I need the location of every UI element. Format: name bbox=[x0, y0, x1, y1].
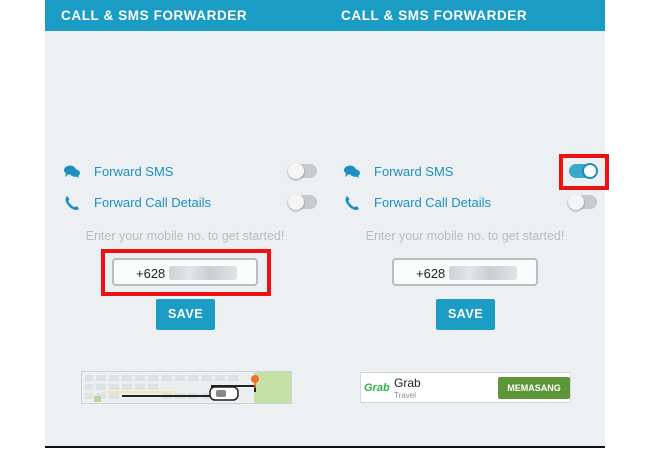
grab-ad-banner[interactable]: Grab Grab Travel MEMASANG bbox=[360, 372, 571, 403]
forward-sms-toggle[interactable] bbox=[288, 163, 317, 179]
app-title: CALL & SMS FORWARDER bbox=[61, 8, 248, 23]
forward-call-toggle[interactable] bbox=[568, 194, 597, 210]
app-screen-left: CALL & SMS FORWARDER Forward SMS Forward… bbox=[45, 0, 325, 448]
phone-value: +628 bbox=[416, 266, 446, 281]
map-ad-banner[interactable] bbox=[81, 371, 292, 404]
forward-call-row[interactable]: Forward Call Details bbox=[45, 192, 325, 214]
toggle-knob bbox=[568, 194, 584, 210]
ad-subtitle: Travel bbox=[394, 391, 416, 400]
app-title-bar: CALL & SMS FORWARDER bbox=[45, 0, 325, 31]
grab-logo: Grab bbox=[364, 382, 390, 394]
ad-title: Grab bbox=[394, 376, 421, 390]
install-button[interactable]: MEMASANG bbox=[498, 377, 570, 399]
phone-icon bbox=[343, 194, 361, 212]
phone-icon bbox=[63, 194, 81, 212]
phone-hint: Enter your mobile no. to get started! bbox=[85, 229, 285, 243]
highlight-box bbox=[101, 249, 271, 296]
forward-call-row[interactable]: Forward Call Details bbox=[325, 192, 605, 214]
forward-sms-row[interactable]: Forward SMS bbox=[45, 161, 325, 183]
panel-bottom-border bbox=[325, 446, 605, 448]
toggle-knob bbox=[288, 194, 304, 210]
phone-input[interactable]: +628 bbox=[392, 258, 538, 286]
forward-sms-label: Forward SMS bbox=[374, 164, 454, 179]
save-button[interactable]: SAVE bbox=[436, 299, 495, 330]
phone-hint: Enter your mobile no. to get started! bbox=[365, 229, 565, 243]
app-screen-right: CALL & SMS FORWARDER Forward SMS Forward… bbox=[325, 0, 609, 448]
map-illustration bbox=[82, 372, 291, 403]
toggle-knob bbox=[288, 163, 304, 179]
app-title-bar: CALL & SMS FORWARDER bbox=[325, 0, 605, 31]
highlight-box bbox=[559, 154, 609, 190]
save-button[interactable]: SAVE bbox=[156, 299, 215, 330]
forward-call-label: Forward Call Details bbox=[94, 195, 212, 210]
forward-sms-label: Forward SMS bbox=[94, 164, 174, 179]
redacted-number bbox=[449, 266, 517, 280]
chat-bubbles-icon bbox=[63, 163, 81, 181]
panel-bottom-border bbox=[45, 446, 325, 448]
chat-bubbles-icon bbox=[343, 163, 361, 181]
forward-call-label: Forward Call Details bbox=[374, 195, 492, 210]
forward-call-toggle[interactable] bbox=[288, 194, 317, 210]
app-title: CALL & SMS FORWARDER bbox=[341, 8, 528, 23]
